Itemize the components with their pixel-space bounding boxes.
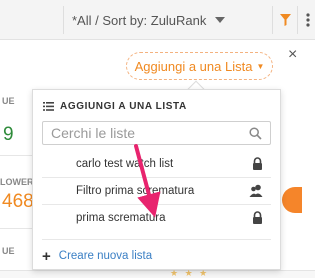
lock-icon	[253, 157, 262, 170]
action-button[interactable]	[282, 187, 302, 213]
create-new-list-button[interactable]: + Creare nuova lista	[42, 246, 152, 266]
vertical-dots-icon	[305, 13, 310, 27]
list-icon	[43, 101, 54, 111]
caret-down-icon: ▼	[256, 61, 265, 71]
background-label: LOWER	[0, 177, 34, 187]
create-new-list-label: Creare nuova lista	[58, 250, 153, 262]
search-placeholder: Cerchi le liste	[51, 125, 136, 141]
filter-button[interactable]	[272, 6, 298, 34]
popup-header: AGGIUNGI A UNA LISTA	[43, 98, 187, 114]
list-item[interactable]: carlo test watch list	[42, 151, 271, 177]
background-strip	[0, 270, 315, 278]
sort-select[interactable]: *All / Sort by: ZuluRank	[63, 6, 235, 34]
add-to-list-label: Aggiungi a una Lista	[134, 58, 253, 74]
divider	[0, 228, 32, 229]
more-options-button[interactable]	[300, 6, 315, 34]
list-item-label: prima scrematura	[76, 212, 166, 224]
background-label: UE	[2, 96, 15, 106]
divider	[42, 239, 271, 240]
plus-icon: +	[42, 247, 51, 265]
lock-icon	[253, 211, 262, 224]
close-icon[interactable]: ×	[288, 46, 297, 64]
background-value: 468	[2, 191, 34, 212]
search-icon	[249, 127, 262, 140]
users-icon	[249, 184, 263, 197]
list-item[interactable]: Filtro prima scrematura	[42, 178, 271, 204]
caret-down-icon	[215, 17, 225, 23]
background-value: 9	[3, 124, 14, 145]
funnel-icon	[279, 14, 291, 26]
background-label: UE	[2, 246, 15, 256]
divider	[0, 155, 32, 156]
add-to-list-button[interactable]: Aggiungi a una Lista ▼	[126, 52, 273, 80]
popup-title: AGGIUNGI A UNA LISTA	[60, 100, 187, 112]
search-lists-input[interactable]: Cerchi le liste	[42, 121, 271, 145]
list-item-label: carlo test watch list	[76, 158, 174, 170]
add-to-list-popup: AGGIUNGI A UNA LISTA Cerchi le liste car…	[32, 89, 281, 270]
sort-label: *All / Sort by: ZuluRank	[72, 12, 207, 28]
list-item-label: Filtro prima scrematura	[76, 185, 195, 197]
toolbar: *All / Sort by: ZuluRank	[0, 0, 315, 40]
list-item[interactable]: prima scrematura	[42, 205, 271, 231]
